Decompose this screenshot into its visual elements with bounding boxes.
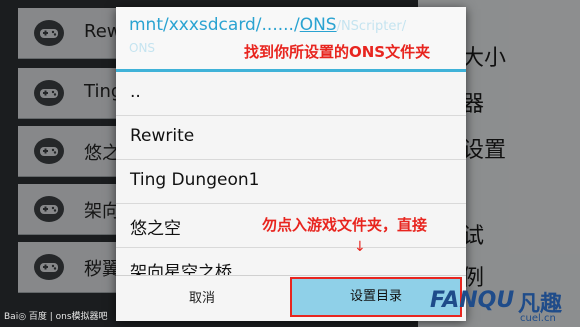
- path-ghost: /NScripter/: [336, 19, 407, 34]
- current-path: mnt/xxxsdcard/....../ONS/NScripter/: [129, 15, 406, 35]
- baidu-watermark: Bai◎ 百度 | ons模拟器吧: [4, 312, 108, 322]
- list-item-label: 悠之空: [130, 219, 181, 239]
- list-item[interactable]: Ting Dungeon1: [116, 160, 466, 204]
- cancel-button[interactable]: 取消: [116, 276, 288, 321]
- list-item-label: 架向星空之桥: [130, 263, 232, 275]
- brand-en: FANQU: [430, 288, 515, 313]
- annotation-top: 找到你所设置的ONS文件夹: [244, 43, 431, 61]
- directory-picker-dialog: mnt/xxxsdcard/....../ONS/NScripter/ ONS …: [116, 7, 466, 321]
- dialog-header: mnt/xxxsdcard/....../ONS/NScripter/ ONS …: [116, 7, 466, 72]
- annotation-bottom: 勿点入游戏文件夹，直接: [262, 216, 428, 234]
- brand-domain: cuel.cn: [520, 313, 556, 324]
- list-item-label: Rewrite: [130, 126, 195, 146]
- list-item-label: ..: [130, 82, 141, 102]
- dialog-footer: 取消 设置目录: [116, 275, 466, 321]
- path-prefix: mnt/xxxsdcard/....../: [129, 15, 300, 35]
- list-item-parent[interactable]: ..: [116, 72, 466, 116]
- fanqu-watermark: FANQU 凡趣 cuel.cn: [420, 280, 580, 327]
- path-ghost-line2: ONS: [129, 41, 156, 55]
- list-item[interactable]: 架向星空之桥: [116, 248, 466, 275]
- list-item[interactable]: Rewrite: [116, 116, 466, 160]
- path-folder: ONS: [299, 15, 337, 35]
- arrow-down-icon: ↓: [354, 239, 366, 255]
- list-item-label: Ting Dungeon1: [130, 170, 260, 190]
